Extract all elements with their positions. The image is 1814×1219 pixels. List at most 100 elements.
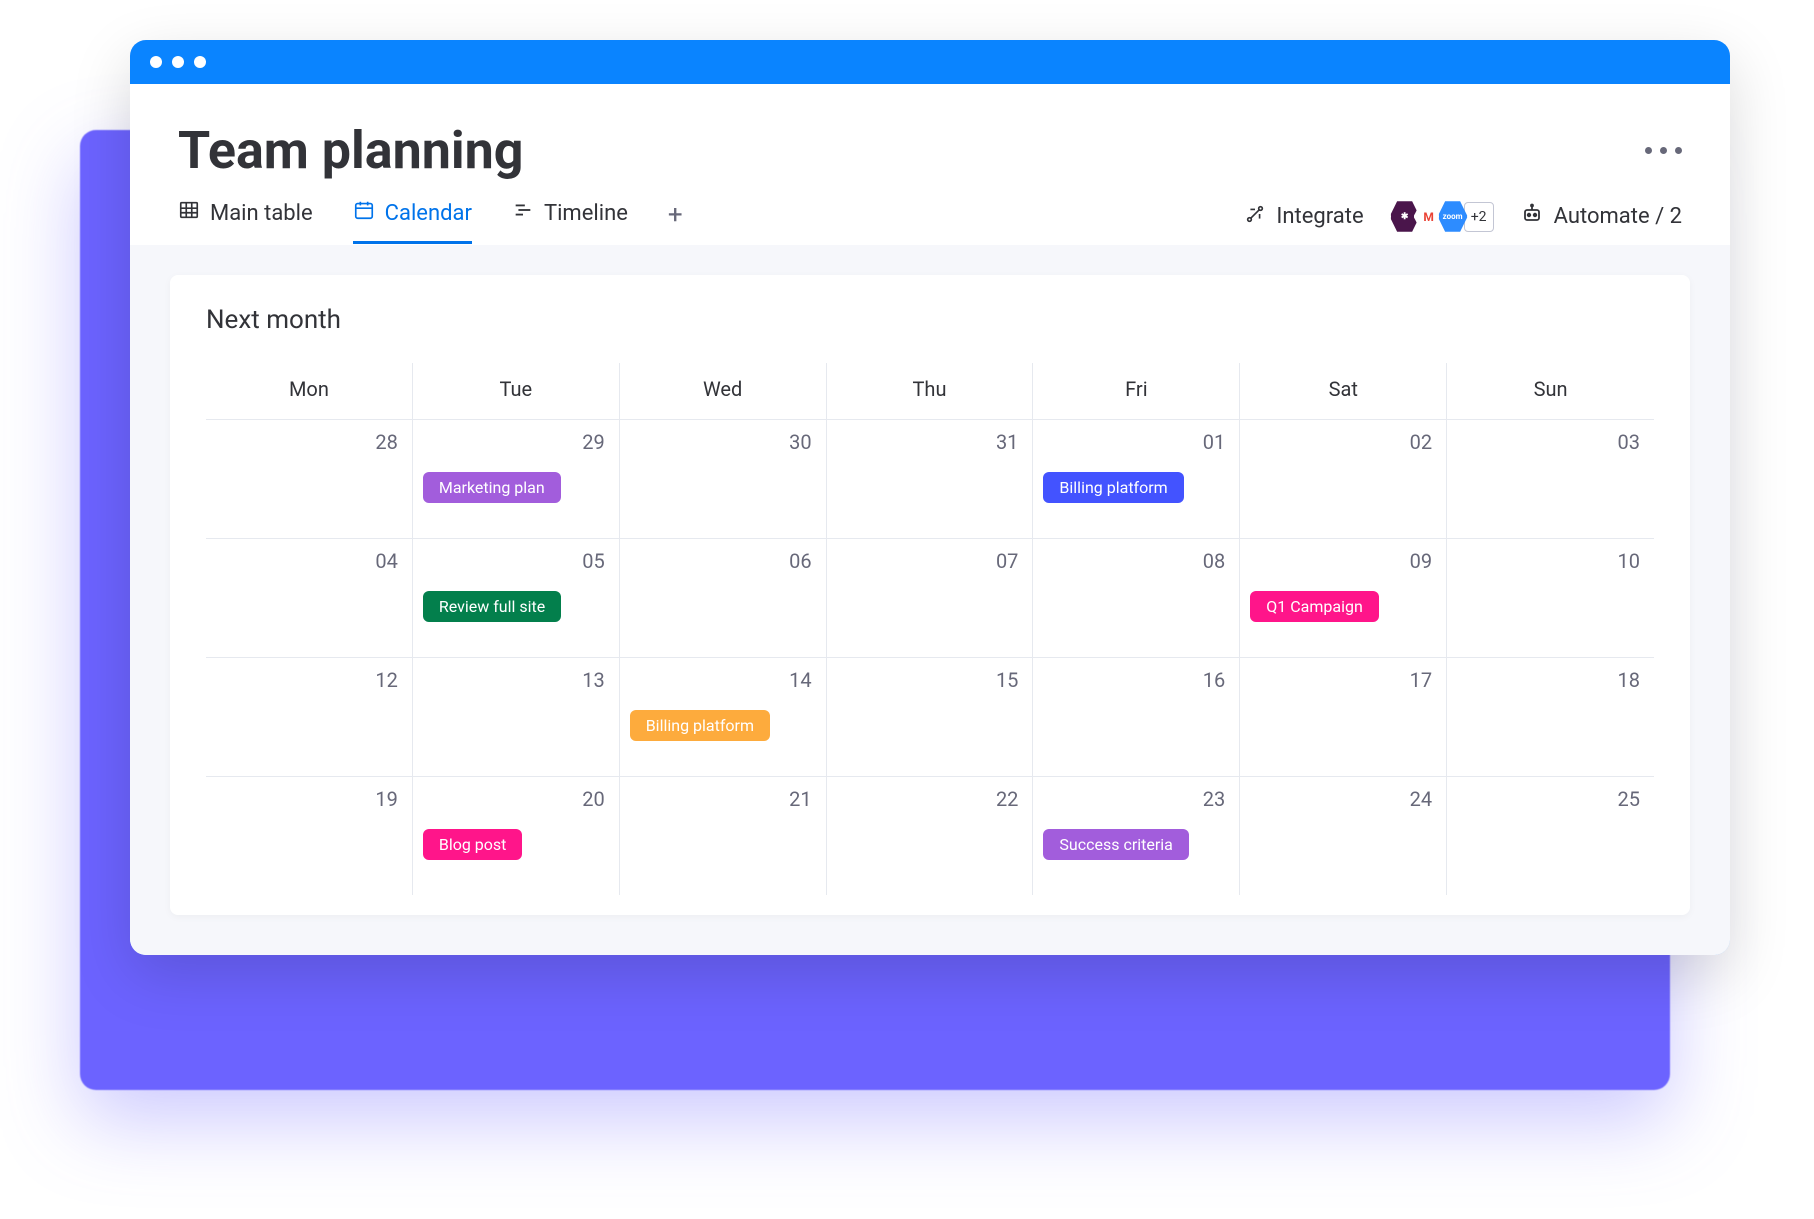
day-number: 08 (1203, 549, 1225, 573)
day-number: 15 (996, 668, 1018, 692)
calendar-body: 28 29 Marketing plan 30 31 01 Billing platform… (206, 419, 1654, 895)
browser-window: Team planning (130, 40, 1730, 955)
weekday-label: Sun (1447, 363, 1654, 419)
calendar-title: Next month (206, 305, 1654, 335)
day-number: 22 (996, 787, 1018, 811)
weekday-label: Sat (1240, 363, 1447, 419)
app-surface: Team planning (130, 84, 1730, 955)
calendar-day-cell[interactable]: 22 (827, 777, 1034, 895)
calendar-week-row: 28 29 Marketing plan 30 31 01 Billing platform… (206, 419, 1654, 538)
day-number: 24 (1410, 787, 1432, 811)
calendar-event[interactable]: Marketing plan (423, 472, 561, 503)
day-number: 23 (1203, 787, 1225, 811)
day-number: 03 (1618, 430, 1640, 454)
tab-main-table[interactable]: Main table (178, 199, 313, 244)
calendar-event[interactable]: Q1 Campaign (1250, 591, 1379, 622)
weekday-label: Mon (206, 363, 413, 419)
calendar-day-cell[interactable]: 12 (206, 658, 413, 776)
day-number: 06 (789, 549, 811, 573)
calendar-weekday-header: MonTueWedThuFriSatSun (206, 363, 1654, 419)
day-number: 21 (789, 787, 811, 811)
calendar-day-cell[interactable]: 04 (206, 539, 413, 657)
calendar-day-cell[interactable]: 29 Marketing plan (413, 420, 620, 538)
calendar-day-cell[interactable]: 02 (1240, 420, 1447, 538)
calendar-day-cell[interactable]: 14Billing platform (620, 658, 827, 776)
automate-label: Automate / 2 (1554, 204, 1682, 229)
day-number: 30 (789, 430, 811, 454)
calendar-day-cell[interactable]: 08 (1033, 539, 1240, 657)
calendar-card: Next month MonTueWedThuFriSatSun 28 29 Mar… (170, 275, 1690, 915)
integration-more-count[interactable]: +2 (1464, 202, 1494, 232)
integrate-label: Integrate (1276, 204, 1363, 229)
calendar-event[interactable]: Blog post (423, 829, 523, 860)
calendar-event[interactable]: Billing platform (1043, 472, 1183, 503)
table-icon (178, 199, 200, 227)
content-area: Next month MonTueWedThuFriSatSun 28 29 Mar… (130, 245, 1730, 955)
calendar-day-cell[interactable]: 05 Review full site (413, 539, 620, 657)
day-number: 10 (1618, 549, 1640, 573)
day-number: 19 (375, 787, 397, 811)
weekday-label: Tue (413, 363, 620, 419)
calendar-day-cell[interactable]: 28 (206, 420, 413, 538)
day-number: 25 (1618, 787, 1640, 811)
day-number: 07 (996, 549, 1018, 573)
calendar-day-cell[interactable]: 18 (1447, 658, 1654, 776)
tab-calendar[interactable]: Calendar (353, 199, 472, 244)
integration-avatars[interactable]: ✱ M zoom +2 (1390, 200, 1494, 234)
automate-button[interactable]: Automate / 2 (1520, 202, 1682, 232)
weekday-label: Wed (620, 363, 827, 419)
day-number: 28 (375, 430, 397, 454)
day-number: 01 (1203, 430, 1225, 454)
calendar-day-cell[interactable]: 13 (413, 658, 620, 776)
calendar-day-cell[interactable]: 31 (827, 420, 1034, 538)
calendar-day-cell[interactable]: 21 (620, 777, 827, 895)
calendar-day-cell[interactable]: 15 (827, 658, 1034, 776)
window-dot (172, 56, 184, 68)
calendar-day-cell[interactable]: 09 Q1 Campaign (1240, 539, 1447, 657)
weekday-label: Fri (1033, 363, 1240, 419)
window-dot (150, 56, 162, 68)
more-menu-button[interactable] (1645, 147, 1682, 154)
timeline-icon (512, 199, 534, 227)
day-number: 05 (582, 549, 604, 573)
calendar-event[interactable]: Success criteria (1043, 829, 1188, 860)
calendar-day-cell[interactable]: 24 (1240, 777, 1447, 895)
calendar-day-cell[interactable]: 30 (620, 420, 827, 538)
calendar-icon (353, 199, 375, 227)
tab-label: Timeline (544, 201, 628, 226)
day-number: 18 (1618, 668, 1640, 692)
day-number: 16 (1203, 668, 1225, 692)
calendar-day-cell[interactable]: 10 (1447, 539, 1654, 657)
calendar-day-cell[interactable]: 17 (1240, 658, 1447, 776)
day-number: 12 (375, 668, 397, 692)
calendar-day-cell[interactable]: 07 (827, 539, 1034, 657)
integrate-button[interactable]: Integrate (1244, 203, 1363, 231)
calendar-event[interactable]: Review full site (423, 591, 561, 622)
day-number: 13 (582, 668, 604, 692)
calendar-week-row: 04 05 Review full site 06 07 08 09 Q1 Campaign 1… (206, 538, 1654, 657)
calendar-day-cell[interactable]: 25 (1447, 777, 1654, 895)
calendar-day-cell[interactable]: 06 (620, 539, 827, 657)
add-view-button[interactable]: + (668, 200, 683, 244)
weekday-label: Thu (827, 363, 1034, 419)
day-number: 29 (582, 430, 604, 454)
day-number: 02 (1410, 430, 1432, 454)
calendar-day-cell[interactable]: 03 (1447, 420, 1654, 538)
calendar-day-cell[interactable]: 01 Billing platform (1033, 420, 1240, 538)
calendar-day-cell[interactable]: 19 (206, 777, 413, 895)
view-tabs: Main table Calendar (130, 181, 1730, 245)
robot-icon (1520, 202, 1544, 232)
calendar-day-cell[interactable]: 23 Success criteria (1033, 777, 1240, 895)
calendar-day-cell[interactable]: 20Blog post (413, 777, 620, 895)
calendar-week-row: 19 20Blog post 21 22 23 Success criteria 24 25 (206, 776, 1654, 895)
day-number: 04 (375, 549, 397, 573)
window-titlebar (130, 40, 1730, 84)
tab-timeline[interactable]: Timeline (512, 199, 628, 244)
integration-zoom-icon: zoom (1438, 200, 1468, 234)
integrate-icon (1244, 203, 1266, 231)
tab-label: Main table (210, 201, 313, 226)
day-number: 17 (1410, 668, 1432, 692)
calendar-event[interactable]: Billing platform (630, 710, 770, 741)
calendar-day-cell[interactable]: 16 (1033, 658, 1240, 776)
day-number: 09 (1410, 549, 1432, 573)
